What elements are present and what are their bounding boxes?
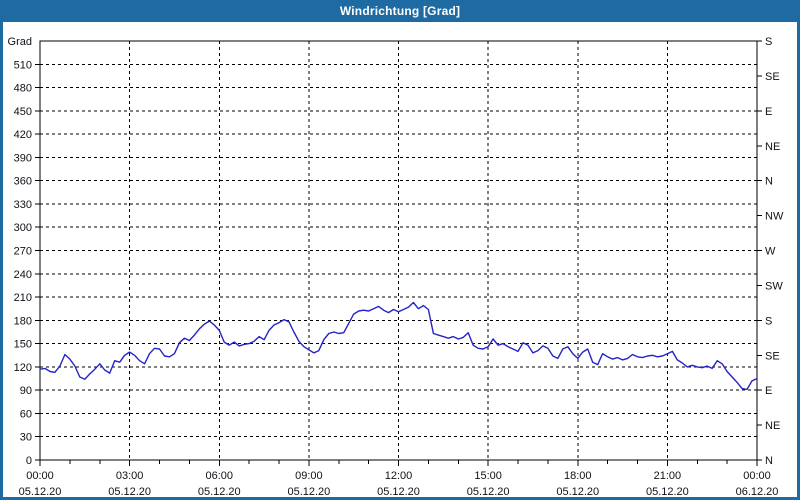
y-left-tick-label: 510 — [14, 59, 32, 71]
y-right-tick-label: NE — [765, 420, 780, 432]
wind-direction-chart: 0 30 60 90 120 150 180 210 240 270 300 330 360 390 420… — [8, 36, 784, 498]
y-right-tick-label: NW — [765, 211, 784, 223]
y-left-tick-label: 450 — [14, 106, 32, 118]
y-left-tick-label: 270 — [14, 246, 32, 258]
series-line-windrichtung — [39, 301, 758, 391]
y-right-tick-label: W — [765, 246, 776, 258]
y-right-tick-label: N — [765, 176, 773, 188]
y-left-tick-label: 30 — [20, 432, 32, 444]
y-left-tick-label: 330 — [14, 199, 32, 211]
x-time-label: 09:00 — [295, 470, 323, 482]
y-right-tick-label: E — [765, 106, 772, 118]
x-time-label: 00:00 — [26, 470, 54, 482]
y-right-tick-label: NE — [765, 141, 780, 153]
y-left-tick-label: 240 — [14, 269, 32, 281]
y-left-tick-label: 420 — [14, 129, 32, 141]
y-left-tick-label: 180 — [14, 315, 32, 327]
x-time-label: 03:00 — [116, 470, 144, 482]
x-time-label: 06:00 — [205, 470, 233, 482]
y-left-tick-label: 60 — [20, 408, 32, 420]
y-axis-unit-label: Grad — [8, 36, 32, 48]
y-right-tick-label: S — [765, 315, 772, 327]
y-left-tick-label: 120 — [14, 362, 32, 374]
y-left-tick-label: 210 — [14, 292, 32, 304]
window-titlebar: Windrichtung [Grad] — [0, 0, 800, 22]
y-right-tick-label: SE — [765, 71, 780, 83]
y-left-tick-label: 0 — [26, 455, 32, 467]
x-time-label: 00:00 — [743, 470, 771, 482]
window-title: Windrichtung [Grad] — [339, 4, 461, 18]
y-left-tick-label: 390 — [14, 152, 32, 164]
y-left-tick-label: 480 — [14, 83, 32, 95]
x-time-label: 21:00 — [654, 470, 682, 482]
y-left-tick-label: 300 — [14, 222, 32, 234]
y-left-tick-label: 90 — [20, 385, 32, 397]
y-left-tick-label: 150 — [14, 339, 32, 351]
x-time-label: 18:00 — [564, 470, 592, 482]
y-right-tick-label: SE — [765, 350, 780, 362]
y-right-tick-label: SW — [765, 280, 783, 292]
x-time-label: 12:00 — [385, 470, 413, 482]
y-right-tick-label: S — [765, 36, 772, 48]
app-window: 0 30 60 90 120 150 180 210 240 270 300 330 360 390 420… — [0, 0, 800, 500]
y-right-tick-label: E — [765, 385, 772, 397]
y-left-tick-label: 360 — [14, 176, 32, 188]
y-right-tick-label: N — [765, 455, 773, 467]
window-border-left — [0, 22, 3, 500]
x-time-label: 15:00 — [474, 470, 502, 482]
